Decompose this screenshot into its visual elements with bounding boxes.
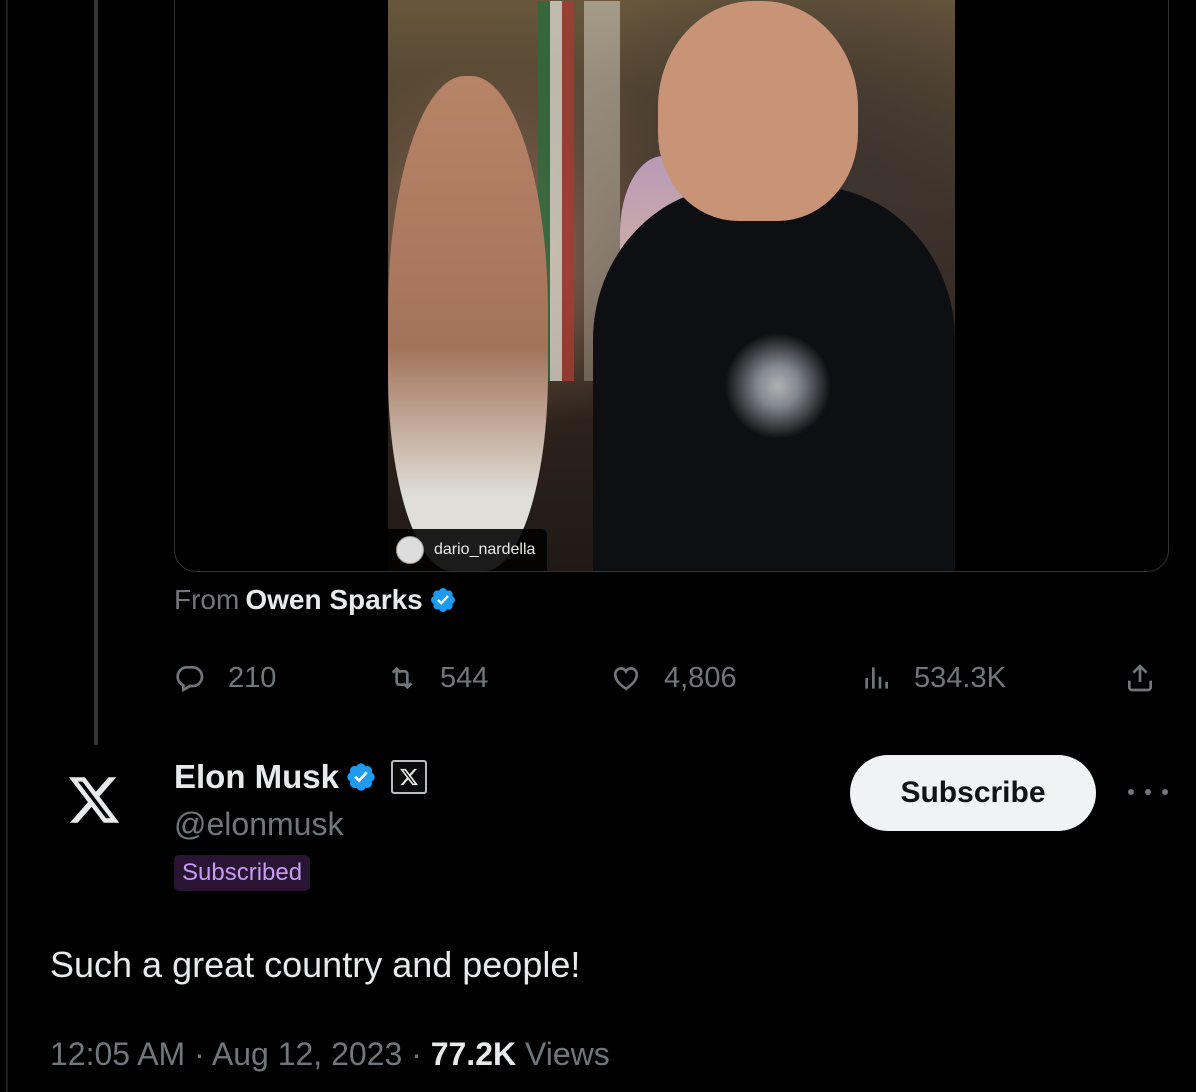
meta-separator: ·: [411, 1036, 422, 1072]
subscribed-badge: Subscribed: [174, 855, 311, 891]
meta-separator: ·: [194, 1036, 205, 1072]
author-name[interactable]: Elon Musk: [174, 758, 339, 796]
heart-icon: [613, 667, 639, 691]
video-player[interactable]: dario_nardella: [388, 0, 955, 571]
avatar[interactable]: [54, 760, 134, 840]
author-block: Elon Musk @elonmusk Subscribed: [174, 758, 428, 891]
repost-count: 544: [440, 661, 489, 694]
like-button[interactable]: 4,806: [610, 652, 737, 704]
media-attribution: From Owen Sparks: [174, 584, 457, 616]
reply-icon: [176, 666, 204, 693]
repost-icon: [391, 666, 413, 690]
post-time[interactable]: 12:05 AM: [50, 1036, 185, 1072]
repost-button[interactable]: 544: [386, 652, 488, 704]
views-button[interactable]: 534.3K: [860, 652, 1006, 704]
reply-button[interactable]: 210: [174, 652, 276, 704]
views-chart-icon: [865, 667, 888, 689]
post-date[interactable]: Aug 12, 2023: [212, 1036, 402, 1072]
x-logo-icon: [400, 768, 419, 786]
video-person: [388, 76, 548, 571]
overlay-username: dario_nardella: [434, 541, 536, 558]
overlay-avatar: [396, 536, 424, 564]
verified-badge-icon: [347, 763, 375, 791]
left-border: [6, 0, 8, 1092]
author-handle[interactable]: @elonmusk: [174, 806, 427, 843]
author-name-row: Elon Musk: [174, 758, 428, 796]
share-icon: [1128, 664, 1152, 692]
verified-badge-icon: [430, 588, 455, 612]
x-affiliation-icon[interactable]: [391, 760, 428, 794]
shirt-graphic: [718, 331, 838, 441]
share-button[interactable]: [1124, 652, 1156, 704]
reply-count: 210: [228, 661, 277, 694]
post-views-label: Views: [524, 1036, 610, 1072]
post-views-count: 77.2K: [430, 1036, 517, 1072]
post-meta: 12:05 AM · Aug 12, 2023 · 77.2K Views: [50, 1036, 610, 1073]
more-options-icon[interactable]: [1128, 780, 1168, 804]
from-author-link[interactable]: Owen Sparks: [245, 584, 422, 616]
video-person: [658, 1, 858, 221]
like-count: 4,806: [664, 661, 737, 694]
post-text: Such a great country and people!: [50, 944, 581, 985]
x-logo-icon: [68, 777, 120, 823]
from-prefix: From: [174, 584, 240, 615]
video-username-overlay: dario_nardella: [388, 529, 548, 571]
action-bar: 210 544 4,806 534.3K: [174, 652, 1174, 704]
media-card[interactable]: dario_nardella: [174, 0, 1169, 572]
views-count: 534.3K: [914, 661, 1006, 694]
thread-line: [94, 0, 98, 745]
subscribe-button[interactable]: Subscribe: [850, 755, 1096, 831]
